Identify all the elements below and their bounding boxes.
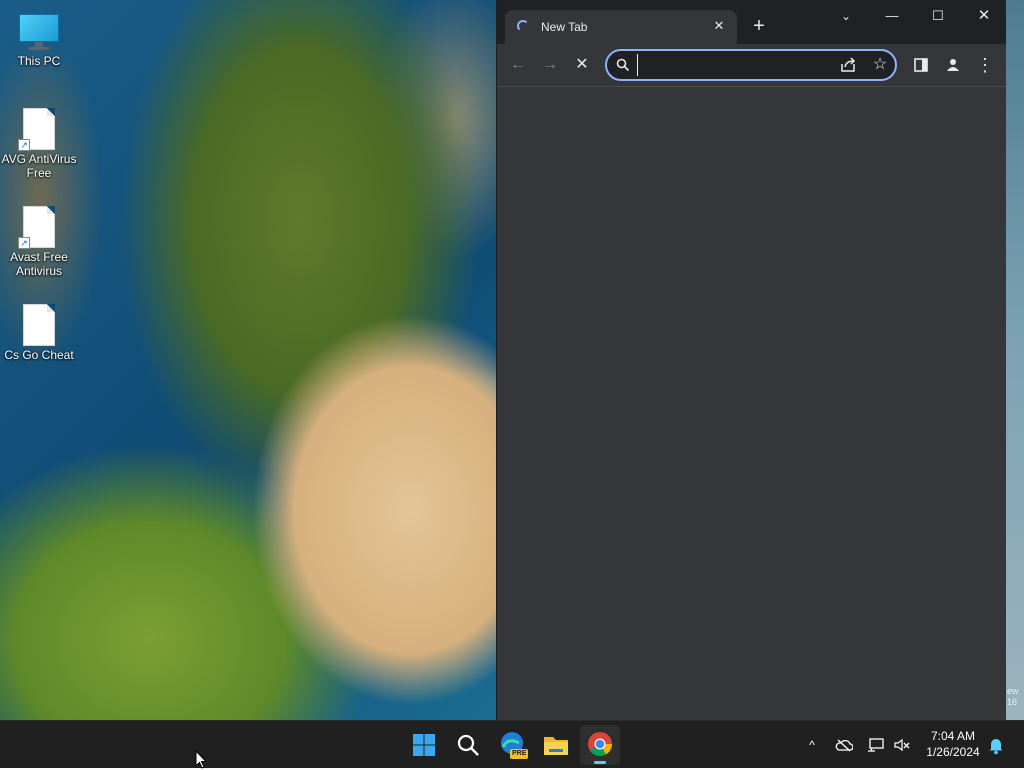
desktop-watermark-text: ew 16 bbox=[1007, 686, 1019, 707]
shortcut-file-icon: ↗ bbox=[18, 206, 55, 249]
shortcut-arrow-icon: ↗ bbox=[18, 237, 30, 249]
file-explorer-button[interactable] bbox=[536, 725, 576, 765]
clock-date: 1/26/2024 bbox=[926, 745, 980, 759]
file-icon bbox=[23, 304, 55, 346]
network-icon[interactable] bbox=[864, 733, 888, 757]
folder-icon bbox=[544, 737, 568, 755]
tab-title: New Tab bbox=[541, 20, 588, 34]
notifications-button[interactable] bbox=[984, 733, 1008, 757]
mouse-cursor-icon bbox=[195, 750, 208, 769]
desktop-wallpaper-edge bbox=[1006, 0, 1024, 720]
side-panel-button[interactable] bbox=[909, 53, 933, 77]
shortcut-arrow-icon: ↗ bbox=[18, 139, 30, 151]
search-icon bbox=[457, 734, 479, 756]
edge-preview-button[interactable]: PRE bbox=[492, 725, 532, 765]
active-app-indicator bbox=[594, 761, 606, 764]
onedrive-icon[interactable] bbox=[832, 733, 856, 757]
taskbar-search-button[interactable] bbox=[448, 725, 488, 765]
desktop-icon-avg-antivirus[interactable]: ↗ AVG AntiVirus Free bbox=[1, 108, 77, 180]
shortcut-file-icon: ↗ bbox=[18, 108, 55, 151]
desktop-icon-label: AVG AntiVirus Free bbox=[1, 152, 77, 180]
windows-taskbar: PRE ^ 7:04 AM 1/26/2024 bbox=[0, 720, 1024, 768]
side-panel-icon bbox=[914, 58, 928, 72]
tab-search-button[interactable]: ⌄ bbox=[823, 4, 869, 28]
show-hidden-icons-button[interactable]: ^ bbox=[800, 733, 824, 757]
browser-toolbar: ← → ✕ ☆ ⋮ bbox=[497, 44, 1006, 87]
chrome-menu-button[interactable]: ⋮ bbox=[973, 53, 997, 77]
desktop-icon-label: Avast Free Antivirus bbox=[10, 250, 68, 278]
profile-avatar-icon bbox=[947, 59, 959, 71]
page-content-area[interactable] bbox=[497, 87, 1006, 720]
desktop-icon-this-pc[interactable]: This PC bbox=[1, 12, 77, 68]
desktop-icon-label: This PC bbox=[17, 54, 61, 68]
new-tab-button[interactable]: + bbox=[747, 16, 771, 38]
tab-close-button[interactable]: ✕ bbox=[711, 18, 727, 34]
desktop-icon-cs-go-cheat[interactable]: Cs Go Cheat bbox=[1, 304, 77, 362]
desktop-icon-avast-antivirus[interactable]: ↗ Avast Free Antivirus bbox=[1, 206, 77, 278]
tab-new-tab[interactable]: New Tab ✕ bbox=[505, 10, 737, 44]
share-icon[interactable] bbox=[837, 54, 859, 76]
address-input[interactable] bbox=[637, 54, 837, 76]
profile-button[interactable] bbox=[941, 53, 965, 77]
start-button[interactable] bbox=[404, 725, 444, 765]
browser-title-bar[interactable]: New Tab ✕ + ⌄ — ☐ ✕ bbox=[497, 0, 1006, 44]
desktop-icon-label: Cs Go Cheat bbox=[4, 348, 74, 362]
volume-muted-icon[interactable] bbox=[890, 733, 914, 757]
clock-time: 7:04 AM bbox=[930, 729, 976, 743]
search-icon bbox=[616, 58, 630, 72]
loading-spinner-icon bbox=[517, 20, 529, 32]
edge-pre-badge: PRE bbox=[510, 749, 529, 759]
computer-icon bbox=[18, 12, 60, 52]
taskbar-clock[interactable]: 7:04 AM 1/26/2024 bbox=[920, 728, 986, 760]
back-button[interactable]: ← bbox=[506, 53, 530, 77]
windows-logo-icon bbox=[413, 734, 435, 756]
bookmark-star-button[interactable]: ☆ bbox=[869, 54, 891, 76]
chrome-browser-window[interactable]: New Tab ✕ + ⌄ — ☐ ✕ ← → ✕ ☆ ⋮ bbox=[496, 0, 1006, 720]
stop-loading-button[interactable]: ✕ bbox=[570, 53, 594, 77]
maximize-button[interactable]: ☐ bbox=[915, 4, 961, 28]
address-bar[interactable]: ☆ bbox=[605, 49, 897, 81]
edge-icon bbox=[501, 732, 523, 754]
chrome-taskbar-button[interactable] bbox=[580, 725, 620, 765]
bell-icon bbox=[989, 739, 1003, 755]
chrome-icon bbox=[588, 732, 612, 757]
forward-button[interactable]: → bbox=[538, 53, 562, 77]
close-window-button[interactable]: ✕ bbox=[961, 4, 1007, 28]
minimize-button[interactable]: — bbox=[869, 4, 915, 28]
